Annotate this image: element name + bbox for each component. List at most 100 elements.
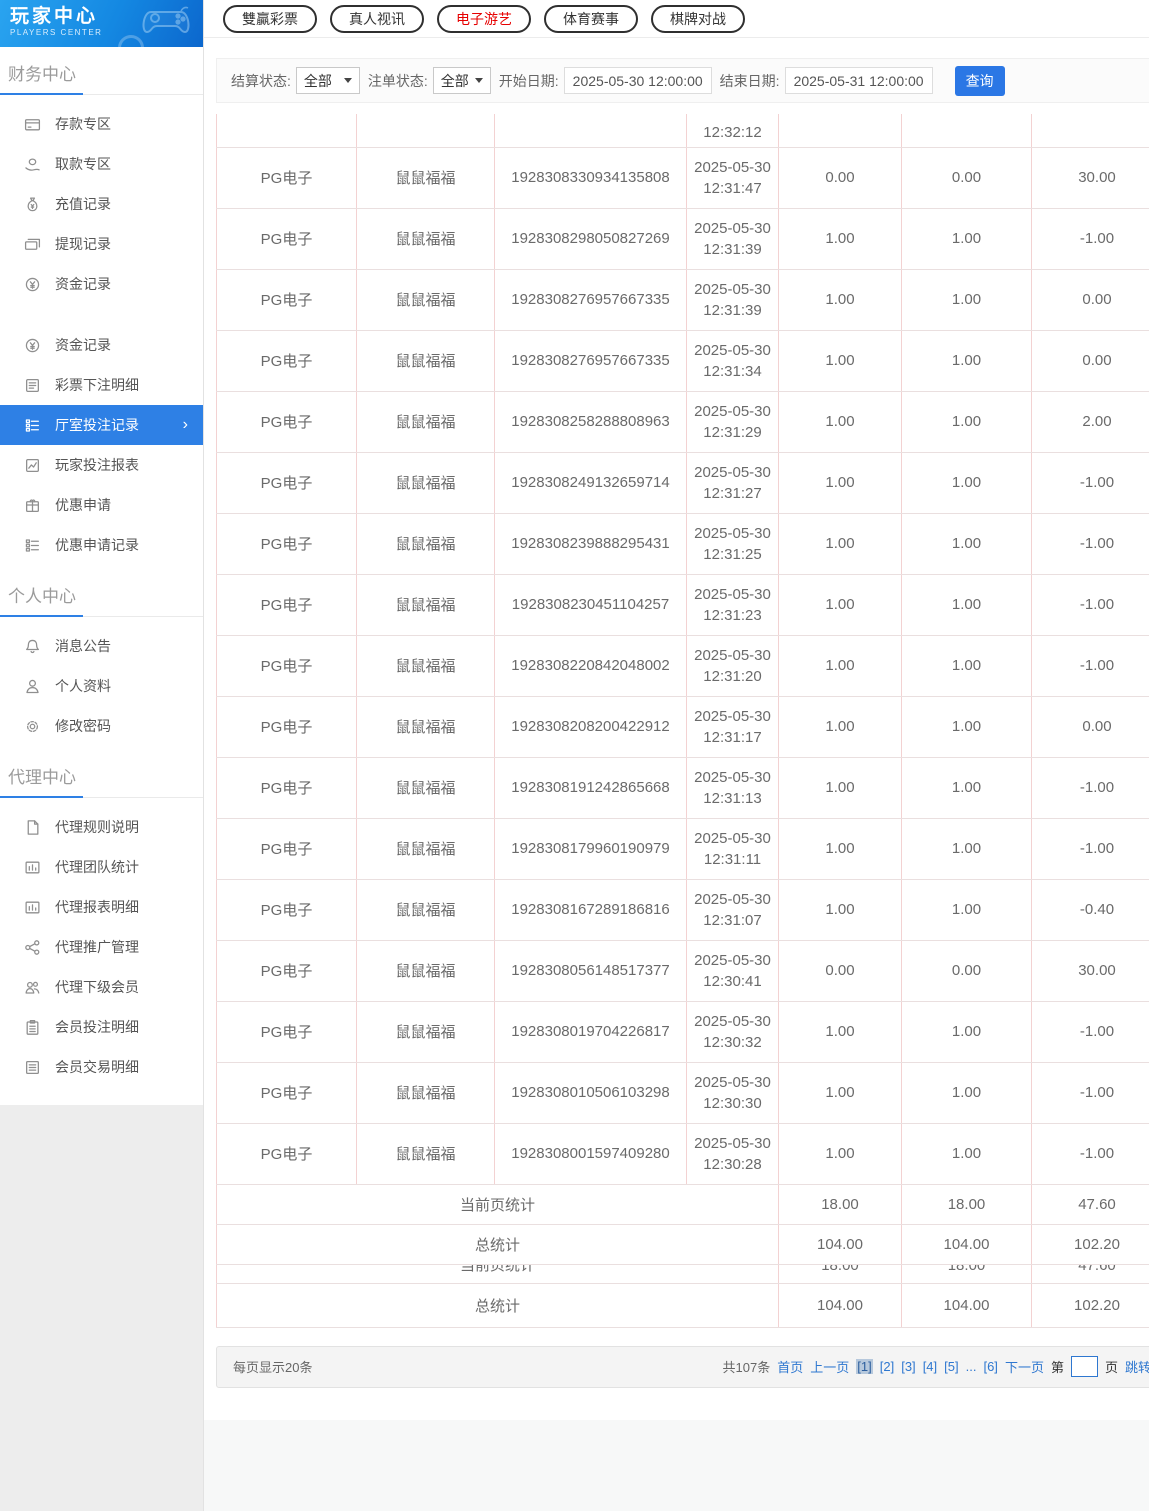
next-page-link[interactable]: 下一页 <box>1005 1357 1044 1376</box>
player-report-icon <box>24 457 41 474</box>
sidebar-item-recharge-bag[interactable]: 充值记录 <box>0 184 203 224</box>
page-link[interactable]: [3] <box>901 1359 915 1374</box>
platform-cell: PG电子 <box>216 1062 357 1124</box>
sidebar-item-label: 代理规则说明 <box>55 819 139 835</box>
content-panel: 雙贏彩票 真人视讯 电子游艺 体育赛事 棋牌对战 结算状态: 全部 注单状态: 全部 开… <box>204 0 1149 1420</box>
bet-no-cell: 1928308276957667335 <box>494 269 687 331</box>
time-cell: 2025-05-30 12:31:39 <box>686 269 779 331</box>
time-cell: 2025-05-30 12:31:23 <box>686 574 779 636</box>
stats-value: 102.20 <box>1031 1283 1149 1328</box>
jump-button[interactable]: 跳转 <box>1125 1357 1149 1376</box>
sidebar-item-gear[interactable]: 修改密码 <box>0 706 203 746</box>
sidebar-item-promo-apply[interactable]: 优惠申请 <box>0 485 203 525</box>
bet-time: 12:30:32 <box>703 1033 762 1051</box>
stats-value: 104.00 <box>778 1283 902 1328</box>
sidebar-item-team-stats[interactable]: 代理团队统计 <box>0 847 203 887</box>
search-button[interactable]: 查询 <box>954 65 1005 96</box>
main-area: 雙贏彩票 真人视讯 电子游艺 体育赛事 棋牌对战 结算状态: 全部 注单状态: 全部 开… <box>204 0 1149 1511</box>
sidebar-item-funds-record[interactable]: 资金记录 <box>0 264 203 304</box>
sidebar-item-members[interactable]: 代理下级会员 <box>0 967 203 1007</box>
win-loss-cell: 0.00 <box>1031 330 1149 392</box>
sidebar-item-hall-bets[interactable]: 厅室投注记录 › <box>0 405 203 445</box>
sidebar-item-lottery-bets[interactable]: 彩票下注明细 <box>0 365 203 405</box>
valid-amount-cell: 0.00 <box>901 147 1032 209</box>
time-cell: 2025-05-30 12:31:11 <box>686 818 779 880</box>
sidebar-item-player-report[interactable]: 玩家投注报表 <box>0 445 203 485</box>
page-link[interactable]: [2] <box>880 1359 894 1374</box>
table-row: PG电子 鼠鼠福福 1928308298050827269 2025-05-30 12:… <box>216 208 1149 270</box>
prev-page-link[interactable]: 上一页 <box>810 1357 849 1376</box>
sidebar-item-report-detail[interactable]: 代理报表明细 <box>0 887 203 927</box>
total-records-label: 共107条 <box>722 1360 771 1375</box>
user-icon <box>24 678 41 695</box>
sidebar-item-label: 存款专区 <box>55 116 111 132</box>
page-link[interactable]: [6] <box>983 1359 997 1374</box>
tab-1[interactable]: 雙贏彩票 <box>223 4 317 33</box>
valid-amount-cell: 1.00 <box>901 635 1032 697</box>
valid-amount-cell: 1.00 <box>901 208 1032 270</box>
sidebar-item-label: 彩票下注明细 <box>55 377 139 393</box>
bet-time: 12:31:11 <box>703 850 762 868</box>
tab-5[interactable]: 棋牌对战 <box>651 4 745 33</box>
cell <box>901 114 1032 148</box>
cell <box>778 114 902 148</box>
game-cell: 鼠鼠福福 <box>356 1123 495 1185</box>
order-status-select[interactable]: 全部 <box>432 67 491 94</box>
cell <box>494 114 687 148</box>
bet-no-cell: 1928308019704226817 <box>494 1001 687 1063</box>
bet-amount-cell: 1.00 <box>778 513 902 575</box>
sidebar-item-withdraw-hand[interactable]: 取款专区 <box>0 144 203 184</box>
tab-3[interactable]: 电子游艺 <box>437 4 531 33</box>
tab-4[interactable]: 体育赛事 <box>544 4 638 33</box>
share-icon <box>24 939 41 956</box>
sidebar-item-promo-record[interactable]: 优惠申请记录 <box>0 525 203 565</box>
end-date-input[interactable] <box>784 67 933 94</box>
page-link[interactable]: [5] <box>944 1359 958 1374</box>
bet-date: 2025-05-30 <box>694 768 771 786</box>
sidebar-item-member-bets[interactable]: 会员投注明细 <box>0 1007 203 1047</box>
bet-amount-cell: 1.00 <box>778 696 902 758</box>
sidebar-item-bell[interactable]: 消息公告 <box>0 626 203 666</box>
page-ellipsis: ... <box>965 1359 977 1374</box>
sidebar-item-deposit-card[interactable]: 存款专区 <box>0 104 203 144</box>
sidebar-item-funds-record[interactable]: 资金记录 <box>0 325 203 365</box>
bet-time: 12:31:13 <box>703 789 762 807</box>
page-link[interactable]: [4] <box>923 1359 937 1374</box>
tab-2[interactable]: 真人视讯 <box>330 4 424 33</box>
platform-cell: PG电子 <box>216 452 357 514</box>
members-icon <box>24 979 41 996</box>
sidebar-item-member-trans[interactable]: 会员交易明细 <box>0 1047 203 1087</box>
bet-date: 2025-05-30 <box>694 402 771 420</box>
platform-cell: PG电子 <box>216 574 357 636</box>
jump-page-input[interactable] <box>1070 1356 1098 1377</box>
start-date-input[interactable] <box>563 67 712 94</box>
stats-value: 18.00 <box>778 1184 902 1225</box>
stats-row: 当前页统计 18.00 18.00 47.60 <box>216 1184 1149 1225</box>
sidebar-item-user[interactable]: 个人资料 <box>0 666 203 706</box>
withdraw-hand-icon <box>24 156 41 173</box>
sidebar-item-label: 代理报表明细 <box>55 899 139 915</box>
sidebar-item-withdraw-record[interactable]: 提现记录 <box>0 224 203 264</box>
withdraw-record-icon <box>24 236 41 253</box>
bet-records-table: 12:32:12 PG电子 鼠鼠福福 1928308330934135808 2025-… <box>216 114 1149 1328</box>
bet-no-cell: 1928308230451104257 <box>494 574 687 636</box>
sidebar-item-share[interactable]: 代理推广管理 <box>0 927 203 967</box>
bet-time: 12:30:30 <box>703 1094 762 1112</box>
settle-status-select[interactable]: 全部 <box>295 67 360 94</box>
win-loss-cell: -1.00 <box>1031 1001 1149 1063</box>
sidebar-item-doc[interactable]: 代理规则说明 <box>0 807 203 847</box>
page-link-current[interactable]: [1] <box>856 1359 873 1374</box>
first-page-link[interactable]: 首页 <box>777 1357 803 1376</box>
bet-amount-cell: 1.00 <box>778 269 902 331</box>
sidebar-item-label: 充值记录 <box>55 196 111 212</box>
bet-amount-cell: 1.00 <box>778 574 902 636</box>
valid-amount-cell: 1.00 <box>901 330 1032 392</box>
platform-cell: PG电子 <box>216 513 357 575</box>
table-row: PG电子 鼠鼠福福 1928308239888295431 2025-05-30 12:… <box>216 513 1149 575</box>
time-cell: 2025-05-30 12:31:25 <box>686 513 779 575</box>
bet-amount-cell: 0.00 <box>778 147 902 209</box>
sidebar-section-title: 代理中心 <box>0 750 203 798</box>
game-cell: 鼠鼠福福 <box>356 269 495 331</box>
game-cell: 鼠鼠福福 <box>356 879 495 941</box>
bet-no-cell: 1928308191242865668 <box>494 757 687 819</box>
